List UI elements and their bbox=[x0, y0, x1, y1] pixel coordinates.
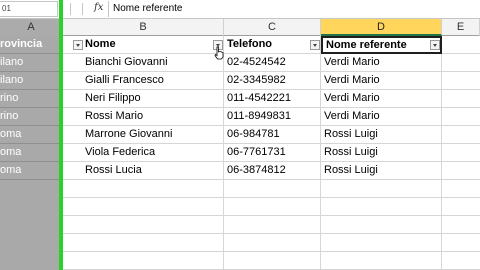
cell-text: ilano bbox=[0, 74, 24, 86]
filter-dropdown-icon[interactable] bbox=[73, 40, 83, 50]
table-row: Rossi Mario 011-8949831 Verdi Mario bbox=[63, 108, 480, 126]
table-row: Rossi Lucia 06-3874812 Rossi Luigi bbox=[63, 162, 480, 180]
table-row: Neri Filippo 011-4542221 Verdi Mario bbox=[63, 90, 480, 108]
header-cell-nome[interactable]: Nome bbox=[63, 36, 224, 54]
cell-a[interactable]: ilano bbox=[0, 54, 62, 72]
cell-referente[interactable]: Verdi Mario bbox=[321, 54, 442, 72]
cell-nome[interactable]: Rossi Lucia bbox=[63, 162, 224, 180]
header-cell-nome-referente[interactable]: Nome referente bbox=[321, 36, 442, 54]
cell-nome[interactable]: Marrone Giovanni bbox=[63, 126, 224, 144]
empty-cell[interactable] bbox=[442, 72, 480, 90]
empty-row[interactable] bbox=[63, 216, 480, 234]
column-header-e[interactable]: E bbox=[442, 19, 480, 36]
formula-controls: fx bbox=[62, 1, 106, 17]
empty-cell[interactable] bbox=[63, 198, 224, 216]
empty-cell[interactable] bbox=[321, 234, 442, 252]
empty-cell[interactable] bbox=[63, 180, 224, 198]
filter-dropdown-icon[interactable] bbox=[310, 40, 320, 50]
cell-referente[interactable]: Verdi Mario bbox=[321, 72, 442, 90]
insert-function-icon[interactable]: fx bbox=[94, 2, 103, 13]
empty-cell[interactable] bbox=[321, 216, 442, 234]
cell-nome[interactable]: Rossi Mario bbox=[63, 108, 224, 126]
empty-cell[interactable] bbox=[442, 144, 480, 162]
header-cell-telefono[interactable]: Telefono bbox=[224, 36, 321, 54]
cell-text: oma bbox=[0, 128, 22, 140]
empty-cell[interactable] bbox=[224, 216, 321, 234]
cell-telefono[interactable]: 011-8949831 bbox=[224, 108, 321, 126]
cell-a[interactable]: oma bbox=[0, 144, 62, 162]
separator bbox=[70, 3, 71, 15]
empty-cell[interactable] bbox=[321, 198, 442, 216]
column-header-bar: A B C D E bbox=[0, 19, 480, 36]
filter-dropdown-icon[interactable] bbox=[430, 40, 440, 50]
cell-referente[interactable]: Rossi Luigi bbox=[321, 162, 442, 180]
empty-cell[interactable] bbox=[442, 162, 480, 180]
column-header-d[interactable]: D bbox=[321, 19, 442, 36]
empty-cell[interactable] bbox=[224, 252, 321, 270]
cell-text: rino bbox=[0, 92, 19, 104]
table-row: Viola Federica 06-7761731 Rossi Luigi bbox=[63, 144, 480, 162]
formula-input[interactable]: Nome referente bbox=[108, 1, 480, 17]
cell-a-empty[interactable] bbox=[0, 180, 62, 270]
empty-cell[interactable] bbox=[63, 252, 224, 270]
cell-telefono[interactable]: 06-7761731 bbox=[224, 144, 321, 162]
empty-row[interactable] bbox=[63, 180, 480, 198]
cell-telefono[interactable]: 02-3345982 bbox=[224, 72, 321, 90]
name-box[interactable]: 01 bbox=[0, 1, 58, 17]
cell-nome[interactable]: Neri Filippo bbox=[63, 90, 224, 108]
cell-nome[interactable]: Bianchi Giovanni bbox=[63, 54, 224, 72]
cell-referente[interactable]: Rossi Luigi bbox=[321, 144, 442, 162]
cell-text: rovincia bbox=[0, 38, 43, 50]
column-header-c[interactable]: C bbox=[224, 19, 321, 36]
empty-cell[interactable] bbox=[224, 180, 321, 198]
empty-cell[interactable] bbox=[442, 90, 480, 108]
cell-text: oma bbox=[0, 146, 22, 158]
cell-telefono[interactable]: 06-984781 bbox=[224, 126, 321, 144]
header-label: Telefono bbox=[227, 38, 273, 50]
cell-a[interactable]: rino bbox=[0, 108, 62, 126]
column-header-a[interactable]: A bbox=[0, 19, 63, 36]
empty-cell[interactable] bbox=[321, 180, 442, 198]
header-label: Nome bbox=[85, 38, 116, 50]
formula-bar: 01 fx Nome referente bbox=[0, 0, 480, 19]
empty-row[interactable] bbox=[63, 234, 480, 252]
cell-a[interactable]: rino bbox=[0, 90, 62, 108]
empty-cell[interactable] bbox=[224, 234, 321, 252]
cell-nome[interactable]: Viola Federica bbox=[63, 144, 224, 162]
cell-text: oma bbox=[0, 164, 22, 176]
table-row: Bianchi Giovanni 02-4524542 Verdi Mario bbox=[63, 54, 480, 72]
separator bbox=[82, 3, 83, 15]
cell-referente[interactable]: Verdi Mario bbox=[321, 108, 442, 126]
column-header-b[interactable]: B bbox=[63, 19, 224, 36]
cell-a[interactable]: oma bbox=[0, 126, 62, 144]
cell-nome[interactable]: Gialli Francesco bbox=[63, 72, 224, 90]
empty-cell[interactable] bbox=[321, 252, 442, 270]
empty-row[interactable] bbox=[63, 252, 480, 270]
empty-cell[interactable] bbox=[63, 234, 224, 252]
empty-cell[interactable] bbox=[442, 54, 480, 72]
cell-telefono[interactable]: 011-4542221 bbox=[224, 90, 321, 108]
empty-cell[interactable] bbox=[442, 108, 480, 126]
cell-referente[interactable]: Rossi Luigi bbox=[321, 126, 442, 144]
cell-text: rino bbox=[0, 110, 19, 122]
cell-telefono[interactable]: 06-3874812 bbox=[224, 162, 321, 180]
cell-a[interactable]: oma bbox=[0, 162, 62, 180]
mouse-pointer-icon bbox=[214, 46, 224, 60]
table-row: Marrone Giovanni 06-984781 Rossi Luigi bbox=[63, 126, 480, 144]
cell-text: ilano bbox=[0, 56, 24, 68]
table-row: Gialli Francesco 02-3345982 Verdi Mario bbox=[63, 72, 480, 90]
cell-a[interactable]: ilano bbox=[0, 72, 62, 90]
cell-telefono[interactable]: 02-4524542 bbox=[224, 54, 321, 72]
empty-cell[interactable] bbox=[442, 126, 480, 144]
empty-cell[interactable] bbox=[442, 36, 480, 54]
empty-cell[interactable] bbox=[224, 198, 321, 216]
cell-referente[interactable]: Verdi Mario bbox=[321, 90, 442, 108]
empty-cell[interactable] bbox=[63, 216, 224, 234]
header-label: Nome referente bbox=[326, 39, 407, 51]
table-header-row: Nome Telefono Nome referente bbox=[63, 36, 480, 54]
spreadsheet-grid: Nome Telefono Nome referente Bianchi Gio… bbox=[63, 36, 480, 270]
cell-a-header[interactable]: rovincia bbox=[0, 36, 62, 54]
empty-row[interactable] bbox=[63, 198, 480, 216]
